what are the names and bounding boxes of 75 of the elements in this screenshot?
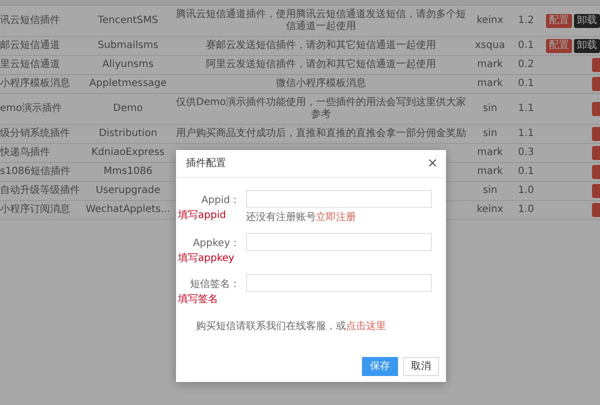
- table-cell-text: Mms1086: [102, 165, 154, 179]
- click-here-link[interactable]: 点击这里: [346, 321, 386, 332]
- table-cell-text: 微信小程序模板消息: [275, 76, 367, 91]
- table-cell-text: 0.2: [517, 58, 535, 72]
- table-cell-text: sin: [482, 127, 498, 141]
- table-cell-text: sin: [482, 184, 498, 198]
- table-cell-text: TencentSMS: [96, 14, 160, 28]
- table-cell-text: mark: [476, 58, 504, 72]
- table-cell-text: 0.3: [517, 146, 535, 160]
- configure-button[interactable]: 配置: [546, 39, 572, 53]
- table-cell-text: 0.1: [517, 165, 535, 179]
- table-cell-text: keinx: [476, 14, 504, 28]
- action-button[interactable]: [592, 184, 600, 198]
- action-button[interactable]: [592, 58, 600, 72]
- table-cell-text: 1.0: [517, 184, 535, 198]
- table-cell-text: 小程序订阅消息: [0, 202, 71, 217]
- action-button[interactable]: [592, 203, 600, 217]
- help-text: 还没有注册账号立即注册: [246, 210, 357, 225]
- table-cell-text: mark: [476, 146, 504, 160]
- table-cell-text: 快递鸟插件: [0, 146, 51, 160]
- table-cell-text: Demo: [112, 102, 144, 116]
- annotation-text: 填写appkey: [178, 252, 236, 266]
- field-label: Appid：: [200, 194, 240, 208]
- table-cell-text: 1.0: [517, 203, 535, 217]
- table-cell-text: 级分销系统插件: [0, 126, 71, 141]
- action-button[interactable]: [592, 77, 600, 91]
- table-cell-text: 1.2: [517, 14, 535, 28]
- table-cell-text: xsqua: [474, 39, 506, 53]
- table-cell-text: 自动升级等级插件: [0, 184, 81, 198]
- close-button[interactable]: ×: [427, 157, 438, 170]
- table-cell-text: 腾讯云短信通道插件，使用腾讯云短信通道发送短信，请勿多个短信通道一起使用: [175, 8, 467, 34]
- table-cell-text: sin: [482, 102, 498, 116]
- table-cell-text: 里云短信通道: [0, 58, 61, 72]
- configure-button[interactable]: 配置: [546, 14, 572, 28]
- table-cell-text: keinx: [476, 203, 504, 217]
- table-cell-text: WechatApplets...: [84, 203, 172, 217]
- table-cell-text: 讯云短信插件: [0, 14, 61, 28]
- table-cell-text: mark: [476, 165, 504, 179]
- uninstall-button[interactable]: 卸载: [574, 39, 600, 53]
- uninstall-button[interactable]: 卸载: [574, 14, 600, 28]
- table-cell-text: 0.1: [517, 39, 535, 53]
- cancel-button[interactable]: 取消: [403, 357, 439, 376]
- input-field[interactable]: [246, 190, 432, 208]
- table-cell-text: s1086短信插件: [0, 165, 72, 179]
- table-cell-text: Appletmessage: [88, 77, 168, 91]
- annotation-text: 填写appid: [178, 208, 227, 223]
- table-cell-text: emo演示插件: [0, 102, 64, 116]
- table-cell-text: Aliyunsms: [101, 58, 155, 72]
- table-cell-text: 邮云短信通道: [0, 38, 61, 53]
- note-text: 购买短信请联系我们在线客服，或点击这里: [195, 320, 387, 334]
- action-button[interactable]: [592, 146, 600, 160]
- table-cell-text: 小程序模板消息: [0, 76, 71, 91]
- annotation-text: 填写签名: [178, 292, 219, 307]
- action-button[interactable]: [592, 102, 600, 116]
- table-cell-text: 用户购买商品支付成功后，直推和直推的直推会拿一部分佣金奖励: [175, 126, 467, 141]
- dialog-title: 插件配置: [186, 156, 226, 171]
- input-field[interactable]: [246, 274, 432, 292]
- table-cell-text: mark: [476, 77, 504, 91]
- register-link[interactable]: 立即注册: [316, 212, 356, 223]
- field-label: 短信签名：: [189, 278, 240, 292]
- action-button[interactable]: [592, 127, 600, 141]
- table-cell-text: 阿里云发送短信插件，请勿和其它短信通道一起使用: [205, 58, 437, 72]
- table-cell-text: 1.1: [517, 102, 535, 116]
- table-cell-text: 仅供Demo演示插件功能使用，一些插件的用法会写到这里供大家参考: [175, 96, 467, 122]
- table-cell-text: Distribution: [98, 127, 158, 141]
- action-button[interactable]: [592, 165, 600, 179]
- input-field[interactable]: [246, 233, 432, 251]
- table-cell-text: Userupgrade: [94, 184, 162, 198]
- field-label: Appkey：: [192, 237, 240, 251]
- table-cell-text: Submailsms: [96, 39, 160, 53]
- table-cell-text: 赛邮云发送短信插件，请勿和其它短信通道一起使用: [205, 38, 437, 53]
- table-cell-text: 1.1: [517, 127, 535, 141]
- save-button[interactable]: 保存: [362, 357, 398, 376]
- table-cell-text: KdniaoExpress: [90, 146, 166, 160]
- table-cell-text: 0.1: [517, 77, 535, 91]
